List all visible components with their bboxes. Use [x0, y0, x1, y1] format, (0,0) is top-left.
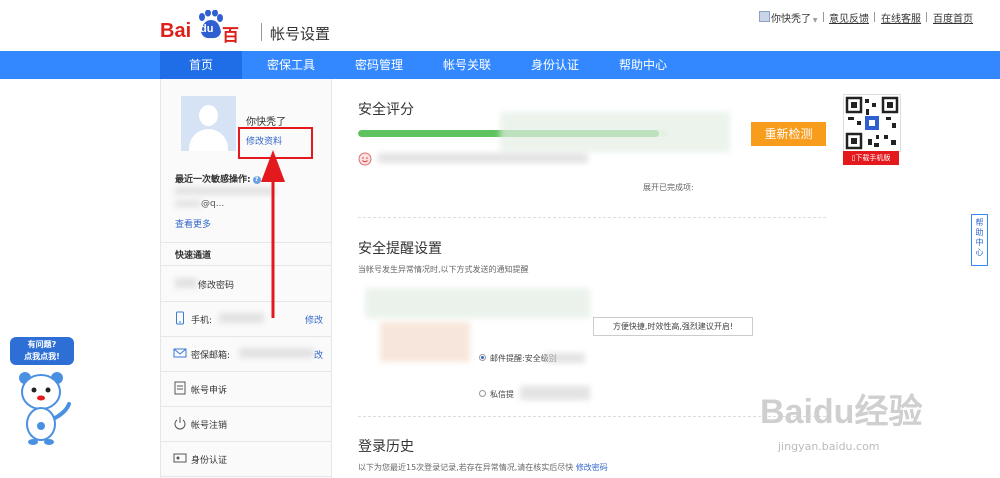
- feedback-link[interactable]: 意见反馈: [829, 10, 869, 25]
- blurred-text: [239, 348, 314, 358]
- user-name-label: 你快秃了: [771, 14, 811, 25]
- top-separator: [874, 12, 875, 22]
- help-center-tab[interactable]: 帮助中心: [971, 214, 988, 266]
- login-history-title: 登录历史: [358, 439, 414, 455]
- appeal-icon: [174, 381, 186, 395]
- change-password-link[interactable]: 修改密码: [576, 463, 608, 472]
- sidebar-item-cancel-account[interactable]: 帐号注销: [161, 407, 331, 442]
- sidebar-item-phone[interactable]: 手机: 修改: [161, 302, 331, 337]
- help-mascot-bubble[interactable]: 有问题? 点我点我!: [10, 337, 74, 365]
- sidebar-item-email[interactable]: 密保邮箱: 改: [161, 337, 331, 372]
- help-center-label: 帮助中心: [975, 218, 984, 257]
- blurred-text: [365, 288, 590, 318]
- recent-email: @q...: [201, 199, 225, 209]
- blurred-text: [378, 153, 588, 163]
- mascot-line-2: 点我点我!: [24, 352, 60, 361]
- watermark-url: jingyan.baidu.com: [778, 440, 880, 453]
- logo-separator: [261, 23, 262, 41]
- user-menu[interactable]: 你快秃了 ▼: [771, 10, 818, 25]
- blurred-text: [175, 200, 201, 207]
- recent-operation-text: 最近一次敏感操作:: [175, 175, 251, 185]
- online-service-link[interactable]: 在线客服: [881, 10, 921, 25]
- sidebar-item-label: 帐号申诉: [191, 386, 228, 396]
- alert-settings-title: 安全提醒设置: [358, 241, 442, 257]
- sidebar-item-identity[interactable]: 身份认证: [161, 442, 331, 477]
- avatar-body: [189, 129, 228, 151]
- nav-security-tools[interactable]: 密保工具: [250, 51, 332, 79]
- modify-phone-link[interactable]: 修改: [305, 313, 323, 326]
- qr-code[interactable]: [843, 94, 901, 152]
- main-nav: 首页 密保工具 密码管理 帐号关联 身份认证 帮助中心: [0, 51, 1000, 79]
- sidebar: 你快秃了 修改资料 最近一次敏感操作:? @q... 查看更多 快速通道 修改密…: [160, 79, 332, 478]
- nav-password[interactable]: 密码管理: [338, 51, 420, 79]
- recheck-button[interactable]: 重新检测: [751, 122, 826, 146]
- quick-access-header: 快速通道: [161, 242, 331, 266]
- blurred-text: [545, 353, 585, 363]
- sidebar-item-label: 帐号注销: [191, 421, 228, 431]
- sidebar-item-label: 修改密码: [198, 281, 235, 291]
- login-history-text: 以下为您最近15次登录记录,若存在异常情况,请在核实后尽快: [358, 463, 574, 472]
- mascot-line-1: 有问题?: [27, 340, 57, 349]
- avatar-head: [199, 105, 218, 126]
- chevron-down-icon: ▼: [811, 17, 818, 24]
- power-icon: [174, 417, 186, 430]
- sidebar-item-appeal[interactable]: 帐号申诉: [161, 372, 331, 407]
- section-divider: [358, 416, 826, 417]
- section-divider: [358, 217, 826, 218]
- bear-mascot-icon[interactable]: [14, 366, 74, 456]
- baidu-jingyan-watermark: Baidu经验: [760, 393, 923, 431]
- download-mobile-label: 下载手机版: [855, 154, 891, 162]
- user-avatar-icon: [759, 11, 770, 22]
- quick-access-title: 快速通道: [175, 251, 212, 261]
- security-score-title: 安全评分: [358, 102, 414, 118]
- nav-help[interactable]: 帮助中心: [602, 51, 684, 79]
- top-separator: [926, 12, 927, 22]
- message-alert-label: 私信提: [490, 390, 514, 399]
- modify-email-link[interactable]: 改: [314, 348, 323, 361]
- nav-identity[interactable]: 身份认证: [514, 51, 596, 79]
- alert-tooltip: 方便快捷,时效性高,强烈建议开启!: [593, 317, 753, 336]
- blurred-text: [175, 278, 197, 288]
- nav-home[interactable]: 首页: [160, 51, 242, 79]
- alert-settings-description: 当帐号发生异常情况时,以下方式发送的通知提醒: [358, 265, 529, 274]
- baidu-home-link[interactable]: 百度首页: [933, 10, 973, 25]
- red-arrow-annotation: [261, 150, 285, 318]
- sidebar-item-change-password[interactable]: 修改密码: [161, 267, 331, 302]
- download-mobile-button[interactable]: ▯下载手机版: [843, 151, 899, 165]
- sidebar-item-label: 手机:: [191, 316, 213, 326]
- logo-du: du: [200, 23, 214, 35]
- message-alert-radio[interactable]: [479, 390, 486, 397]
- blurred-text: [380, 322, 470, 362]
- logo-bai: Bai: [160, 20, 192, 42]
- header: Bai du 百度 帐号设置 你快秃了 ▼ 意见反馈 在线客服 百度首页: [0, 0, 1000, 71]
- blurred-text: [520, 386, 590, 400]
- sidebar-item-label: 密保邮箱:: [191, 351, 231, 361]
- view-more-link[interactable]: 查看更多: [175, 217, 211, 230]
- top-separator: [823, 12, 824, 22]
- page-title: 帐号设置: [270, 25, 331, 43]
- avatar[interactable]: [181, 96, 236, 151]
- sidebar-username: 你快秃了: [246, 117, 286, 128]
- blurred-text: [500, 112, 730, 152]
- recent-operation-label: 最近一次敏感操作:?: [175, 172, 261, 185]
- email-alert-radio[interactable]: [479, 354, 486, 361]
- expand-completed-link[interactable]: 展开已完成项:: [643, 182, 694, 193]
- id-card-icon: [173, 453, 187, 463]
- sidebar-item-label: 身份认证: [191, 456, 228, 466]
- login-history-description: 以下为您最近15次登录记录,若存在异常情况,请在核实后尽快 修改密码: [358, 462, 608, 473]
- nav-account-link[interactable]: 帐号关联: [426, 51, 508, 79]
- mail-icon: [173, 348, 187, 358]
- phone-icon: [176, 311, 184, 325]
- smile-icon: [358, 152, 372, 166]
